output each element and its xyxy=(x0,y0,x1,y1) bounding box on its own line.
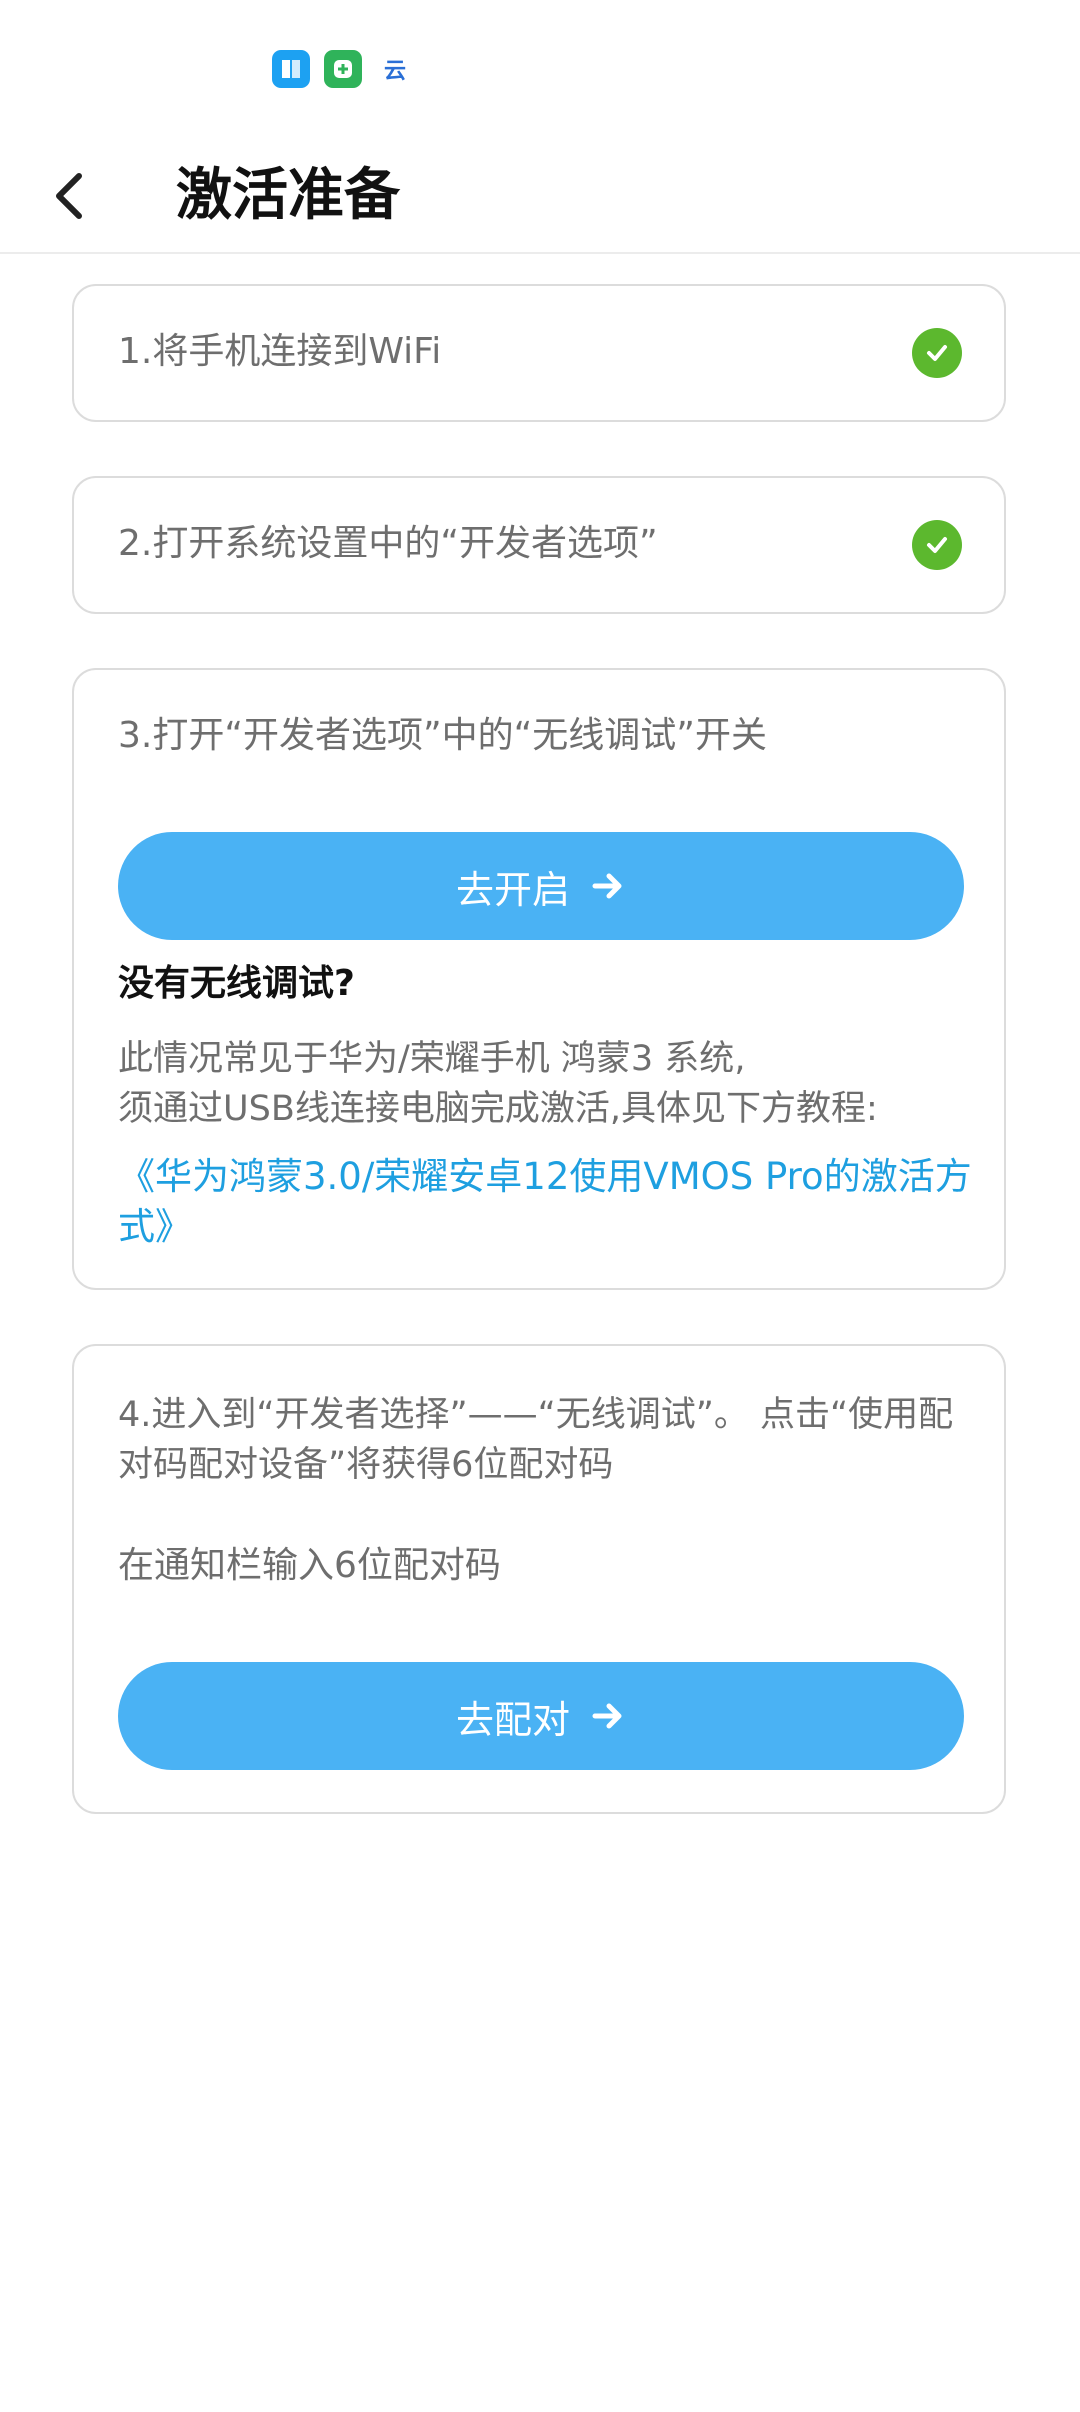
no-wireless-debug-title: 没有无线调试? xyxy=(118,963,355,1004)
help-desc-line-1: 此情况常见于华为/荣耀手机 鸿蒙3 系统, xyxy=(118,1039,746,1079)
check-icon xyxy=(912,328,962,378)
app-header: 激活准备 xyxy=(0,140,1080,254)
activation-prep-screen: 云 激活准备 1.将手机连接到WiFi 2.打开系统设置中的“开发者选项” 3.… xyxy=(0,0,1080,2412)
arrow-right-icon xyxy=(590,1698,626,1734)
enable-button-label: 去开启 xyxy=(455,867,570,912)
check-icon xyxy=(912,520,962,570)
step-1-text: 1.将手机连接到WiFi xyxy=(118,331,442,372)
enable-wireless-debug-button[interactable]: 去开启 xyxy=(118,832,964,940)
pair-button[interactable]: 去配对 xyxy=(118,1662,964,1770)
notification-icons: 云 xyxy=(272,50,414,88)
step-4-text: 4.进入到“开发者选择”——“无线调试”。 点击“使用配对码配对设备”将获得6位… xyxy=(118,1395,954,1485)
tutorial-link[interactable]: 《华为鸿蒙3.0/荣耀安卓12使用VMOS Pro的激活方式》 xyxy=(118,1152,978,1252)
step-card-2: 2.打开系统设置中的“开发者选项” xyxy=(72,476,1006,614)
back-button[interactable] xyxy=(34,156,104,236)
step-2-text: 2.打开系统设置中的“开发者选项” xyxy=(118,523,658,564)
cloud-app-icon: 云 xyxy=(376,50,414,88)
store-icon xyxy=(272,50,310,88)
step-card-1: 1.将手机连接到WiFi xyxy=(72,284,1006,422)
arrow-right-icon xyxy=(590,868,626,904)
help-desc-line-2: 须通过USB线连接电脑完成激活,具体见下方教程: xyxy=(118,1089,878,1129)
pair-button-label: 去配对 xyxy=(455,1697,570,1742)
step-4-subtext: 在通知栏输入6位配对码 xyxy=(118,1545,501,1586)
chevron-left-icon xyxy=(56,173,82,219)
step-3-text: 3.打开“开发者选项”中的“无线调试”开关 xyxy=(118,715,767,756)
step-card-3: 3.打开“开发者选项”中的“无线调试”开关 去开启 没有无线调试? 此情况常见于… xyxy=(72,668,1006,1290)
step-card-4: 4.进入到“开发者选择”——“无线调试”。 点击“使用配对码配对设备”将获得6位… xyxy=(72,1344,1006,1814)
page-title: 激活准备 xyxy=(176,163,400,228)
status-bar: 云 xyxy=(0,0,1080,140)
shield-plus-icon xyxy=(324,50,362,88)
